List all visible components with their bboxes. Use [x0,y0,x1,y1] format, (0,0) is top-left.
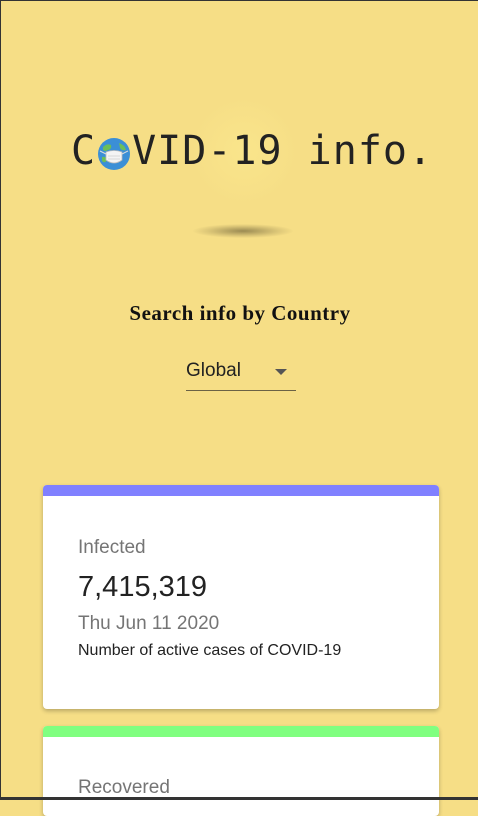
infected-card: Infected 7,415,319 Thu Jun 11 2020 Numbe… [43,485,439,709]
recovered-card: Recovered [43,726,439,816]
logo-text-suffix: VID-19 info. [132,128,434,174]
infected-card-description: Number of active cases of COVID-19 [78,642,342,659]
infected-card-title: Infected [78,537,146,558]
search-heading: Search info by Country [129,301,351,325]
app-logo: C VID-19 info. [71,128,433,174]
country-select[interactable]: Global [186,356,296,391]
infected-card-value: 7,415,319 [78,571,208,603]
infected-card-accent [43,485,439,496]
country-select-value: Global [186,360,241,381]
dropdown-arrow-icon [275,369,287,375]
globe-mask-icon [97,135,131,170]
recovered-card-title: Recovered [78,777,170,798]
infected-card-date: Thu Jun 11 2020 [78,613,220,634]
logo-text-prefix: C [71,128,97,174]
recovered-card-accent [43,726,439,737]
logo-section: C VID-19 info. [1,86,478,246]
logo-shadow [193,224,293,238]
